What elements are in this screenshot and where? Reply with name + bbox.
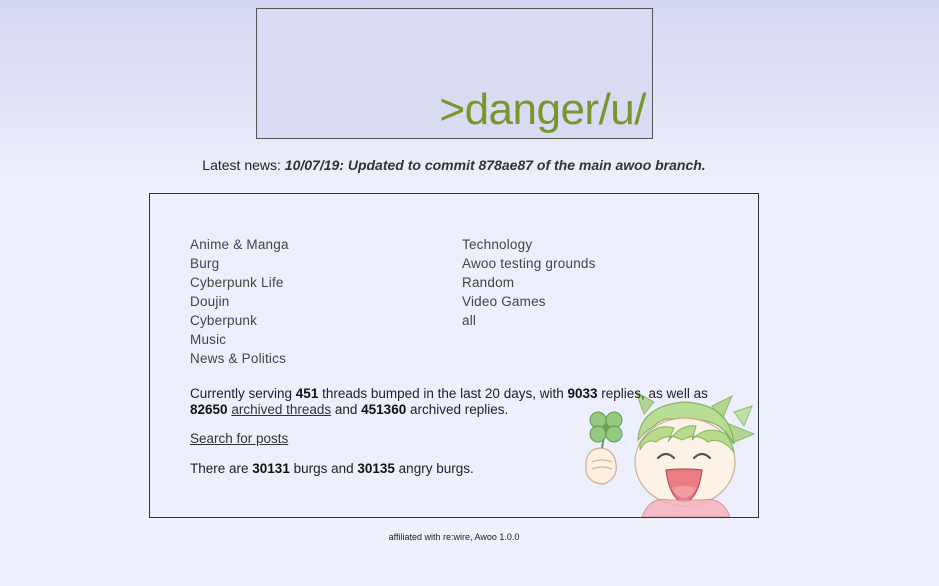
board-item: News & Politics (190, 349, 289, 368)
board-item: Random (462, 273, 596, 292)
banner-title: >danger/u/ (439, 85, 646, 134)
archived-threads-count: 82650 (190, 401, 228, 417)
board-link-technology[interactable]: Technology (462, 237, 532, 252)
latest-news: Latest news: 10/07/19: Updated to commit… (0, 157, 908, 173)
stats-text: threads bumped in the last 20 days, with (318, 386, 568, 401)
board-item: all (462, 311, 596, 330)
board-link-cyberpunk-life[interactable]: Cyberpunk Life (190, 275, 284, 290)
board-link-awoo-testing-grounds[interactable]: Awoo testing grounds (462, 256, 596, 271)
board-item: Cyberpunk (190, 311, 289, 330)
archived-threads-link[interactable]: archived threads (231, 402, 331, 417)
stats-text: replies, as well as (597, 386, 708, 401)
board-link-news-politics[interactable]: News & Politics (190, 351, 286, 366)
board-link-cyberpunk[interactable]: Cyberpunk (190, 313, 257, 328)
stats-text: and (331, 401, 362, 417)
burgs-text: There are (190, 461, 253, 476)
news-label: Latest news: (202, 157, 281, 173)
board-list-right: Technology Awoo testing grounds Random V… (462, 235, 596, 330)
board-link-all[interactable]: all (462, 313, 476, 328)
board-link-random[interactable]: Random (462, 275, 514, 290)
burgs-text: burgs and (289, 461, 358, 476)
burgs-number: 30131 (252, 461, 290, 476)
stats-text: Currently serving (190, 386, 296, 401)
board-item: Technology (462, 235, 596, 254)
stats-text: archived replies. (406, 401, 509, 417)
board-link-anime-manga[interactable]: Anime & Manga (190, 237, 289, 252)
burgs-text: angry burgs. (394, 461, 474, 476)
board-link-video-games[interactable]: Video Games (462, 294, 546, 309)
threads-count: 451 (295, 386, 319, 401)
board-item: Cyberpunk Life (190, 273, 289, 292)
replies-count: 9033 (567, 386, 598, 401)
board-panel: Anime & Manga Burg Cyberpunk Life Doujin… (149, 193, 759, 518)
angry-burgs-number: 30135 (357, 461, 395, 476)
board-link-burg[interactable]: Burg (190, 256, 219, 271)
board-link-doujin[interactable]: Doujin (190, 294, 229, 309)
site-stats: Currently serving 451 threads bumped in … (190, 386, 730, 417)
board-link-music[interactable]: Music (190, 332, 226, 347)
board-item: Music (190, 330, 289, 349)
news-body: 10/07/19: Updated to commit 878ae87 of t… (284, 157, 706, 173)
board-item: Doujin (190, 292, 289, 311)
board-item: Video Games (462, 292, 596, 311)
archived-replies-count: 451360 (361, 401, 407, 417)
board-item: Burg (190, 254, 289, 273)
burgs-count: There are 30131 burgs and 30135 angry bu… (190, 461, 474, 476)
search-row: Search for posts (190, 431, 288, 446)
board-item: Awoo testing grounds (462, 254, 596, 273)
site-banner: >danger/u/ (256, 8, 653, 139)
footer: affiliated with re:wire, Awoo 1.0.0 (388, 532, 520, 542)
search-posts-link[interactable]: Search for posts (190, 431, 288, 446)
board-list-left: Anime & Manga Burg Cyberpunk Life Doujin… (190, 235, 289, 368)
board-item: Anime & Manga (190, 235, 289, 254)
